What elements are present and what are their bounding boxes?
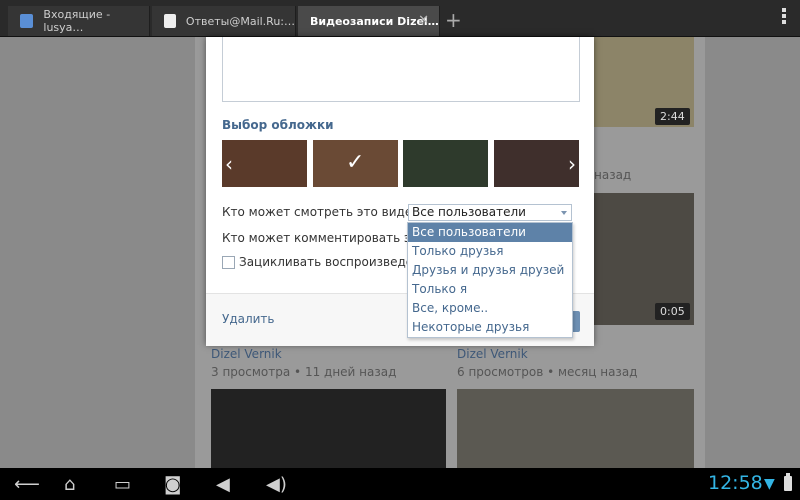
cover-option[interactable]: ‹ (222, 140, 307, 187)
video-author[interactable]: Dizel Vernik (457, 347, 528, 361)
video-author[interactable]: Dizel Vernik (211, 347, 282, 361)
wifi-icon: ▼ (764, 476, 775, 492)
video-meta: 3 просмотра • 11 дней назад (211, 365, 397, 379)
privacy-option-friends-of-friends[interactable]: Друзья и друзья друзей (408, 261, 572, 280)
privacy-option-some-friends[interactable]: Некоторые друзья (408, 318, 572, 337)
cover-option[interactable] (403, 140, 488, 187)
privacy-option-only-me[interactable]: Только я (408, 280, 572, 299)
privacy-dropdown-list: Все пользователи Только друзья Друзья и … (407, 222, 573, 338)
cover-option-selected[interactable]: ✓ (313, 140, 398, 187)
view-privacy-label: Кто может смотреть это видео? (222, 205, 426, 219)
check-icon: ✓ (346, 150, 365, 175)
new-tab-icon[interactable]: + (445, 8, 462, 32)
recent-apps-icon[interactable]: ▭ (114, 474, 131, 495)
tab-inbox[interactable]: Входящие - lusya… (8, 6, 150, 36)
clock: 12:58 (708, 472, 763, 494)
duration-badge: 2:44 (655, 108, 690, 125)
privacy-option-friends[interactable]: Только друзья (408, 242, 572, 261)
delete-button[interactable]: Удалить (222, 312, 275, 326)
home-icon[interactable]: ⌂ (64, 474, 75, 495)
volume-down-icon[interactable]: ◀ (216, 474, 230, 495)
video-thumbnail[interactable] (457, 389, 694, 468)
browser-tab-bar: Входящие - lusya… Ответы@Mail.Ru:… Видео… (0, 0, 800, 37)
select-value: Все пользователи (412, 205, 526, 219)
privacy-option-all-except[interactable]: Все, кроме.. (408, 299, 572, 318)
answers-icon (164, 14, 176, 28)
chevron-left-icon[interactable]: ‹ (225, 152, 233, 176)
battery-icon (784, 473, 792, 491)
video-meta: 6 просмотров • месяц назад (457, 365, 638, 379)
camera-icon[interactable]: ◙ (164, 474, 181, 495)
comment-privacy-label: Кто может комментировать это (222, 231, 425, 245)
chevron-down-icon (561, 211, 567, 215)
mail-icon (20, 14, 34, 28)
privacy-option-all[interactable]: Все пользователи (408, 223, 572, 242)
tab-label: Входящие - lusya… (43, 8, 111, 34)
overflow-menu-icon[interactable] (782, 8, 786, 26)
chevron-right-icon[interactable]: › (568, 152, 576, 176)
video-thumbnail[interactable] (211, 389, 446, 468)
loop-label: Зацикливать воспроизведен (239, 255, 422, 269)
tab-videos[interactable]: Видеозаписи Dizel… ✕ (298, 6, 440, 36)
cover-option[interactable]: › (494, 140, 579, 187)
cover-section-title: Выбор обложки (222, 118, 334, 132)
tab-answers[interactable]: Ответы@Mail.Ru:… (152, 6, 296, 36)
video-age: назад (594, 168, 632, 182)
volume-up-icon[interactable]: ◀) (266, 474, 287, 495)
loop-checkbox[interactable] (222, 256, 235, 269)
close-tab-icon[interactable]: ✕ (418, 13, 429, 28)
tab-label: Ответы@Mail.Ru:… (185, 14, 295, 28)
system-navigation-bar: ⟵ ⌂ ▭ ◙ ◀ ◀) 12:58 ▼ (0, 468, 800, 500)
view-privacy-select[interactable]: Все пользователи (408, 204, 572, 221)
duration-badge: 0:05 (655, 303, 690, 320)
description-textarea[interactable] (222, 37, 580, 102)
back-icon[interactable]: ⟵ (14, 474, 40, 495)
